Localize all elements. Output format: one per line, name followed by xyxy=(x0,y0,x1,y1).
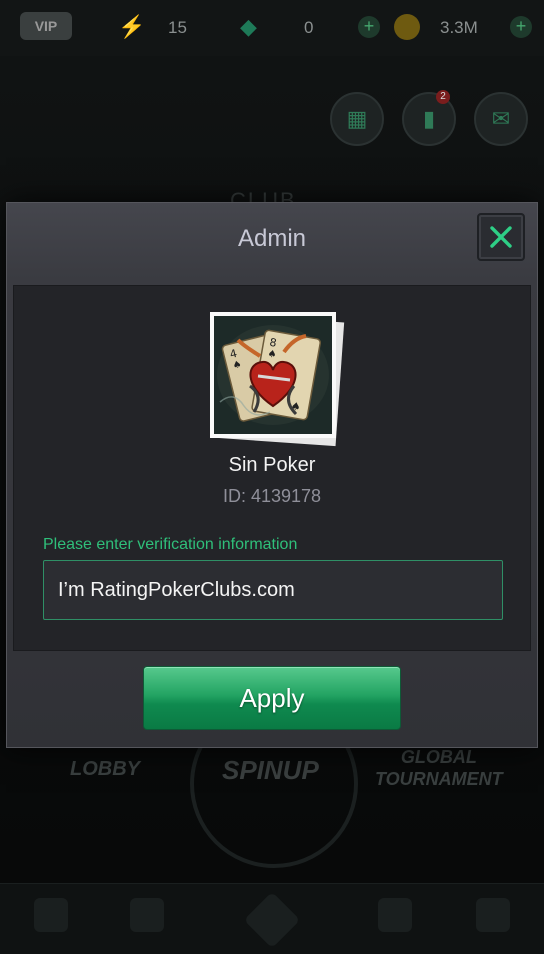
global-tournament-label[interactable]: GLOBAL TOURNAMENT xyxy=(375,746,503,790)
coin-count: 3.3M xyxy=(440,18,478,37)
nav-profile-icon[interactable] xyxy=(476,898,510,932)
nav-shop-icon[interactable] xyxy=(34,898,68,932)
add-coin-button[interactable]: + xyxy=(510,16,532,38)
add-gem-button[interactable]: + xyxy=(358,16,380,38)
club-id: ID: 4139178 xyxy=(222,486,322,506)
spinup-label[interactable]: SPINUP xyxy=(222,755,319,786)
status-bar: VIP ⚡ 15 ◆ 0 + 3.3M + xyxy=(0,0,544,56)
energy-icon: ⚡ xyxy=(118,14,146,39)
close-button[interactable] xyxy=(477,213,525,261)
club-avatar: 4 ♠ 8 ♠ ♠ xyxy=(210,312,336,438)
gem-count: 0 xyxy=(304,18,314,37)
nav-stats-icon[interactable] xyxy=(378,898,412,932)
playing-cards-heart-icon: 4 ♠ 8 ♠ ♠ xyxy=(214,316,332,434)
calendar-icon[interactable]: ▦ xyxy=(330,92,384,146)
close-icon xyxy=(490,226,512,248)
dialog-panel: 4 ♠ 8 ♠ ♠ Sin Poker ID: 4139178 Please e… xyxy=(13,285,531,651)
nav-home-icon[interactable] xyxy=(243,891,301,949)
dialog-title: Admin xyxy=(237,225,307,252)
vip-badge[interactable]: VIP xyxy=(20,12,72,40)
club-avatar-frame: 4 ♠ 8 ♠ ♠ xyxy=(210,312,345,447)
verification-input[interactable] xyxy=(43,560,503,620)
admin-dialog: Admin 4 ♠ 8 ♠ ♠ Sin Poker ID: 4139178 Pl… xyxy=(6,202,538,748)
lobby-label[interactable]: LOBBY xyxy=(70,758,140,781)
mail-icon[interactable]: ✉ xyxy=(474,92,528,146)
bottom-nav xyxy=(0,883,544,954)
club-name: Sin Poker xyxy=(228,454,316,476)
energy-count: 15 xyxy=(168,18,187,37)
verification-label: Please enter verification information xyxy=(43,536,298,553)
svg-text:♠: ♠ xyxy=(267,349,278,361)
coin-icon xyxy=(394,14,420,40)
apply-button[interactable]: Apply xyxy=(143,666,401,730)
notification-badge: 2 xyxy=(436,90,450,104)
nav-bag-icon[interactable] xyxy=(130,898,164,932)
gem-icon: ◆ xyxy=(240,14,257,39)
